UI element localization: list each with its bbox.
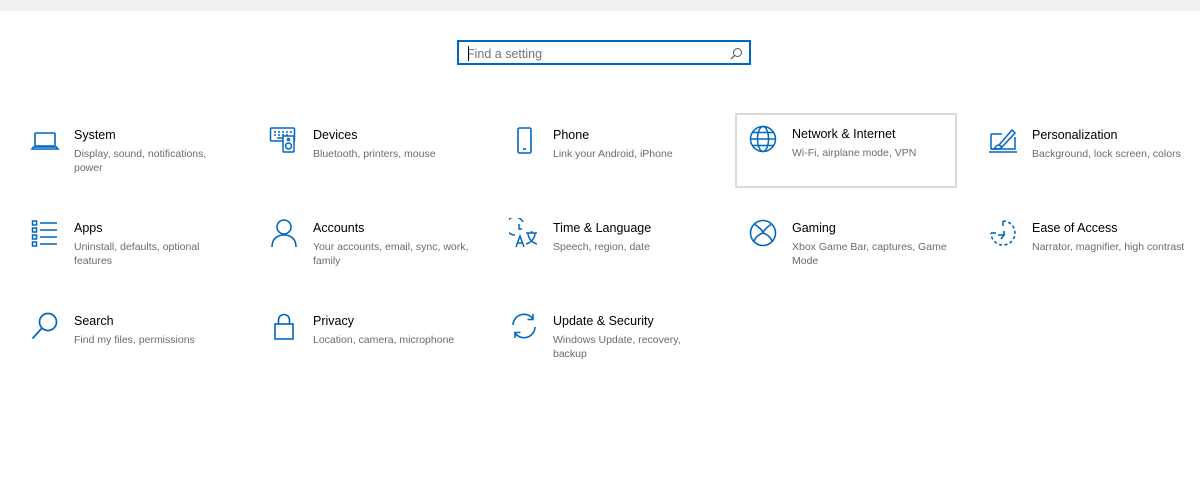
tile-title: Network & Internet xyxy=(792,127,896,141)
tile-time-language[interactable]: Time & Language Speech, region, date xyxy=(496,207,718,282)
tile-title: Devices xyxy=(313,128,358,142)
tile-personalization[interactable]: Personalization Background, lock screen,… xyxy=(975,114,1197,189)
tile-ease-of-access[interactable]: Ease of Access Narrator, magnifier, high… xyxy=(975,207,1197,282)
tile-description: Windows Update, recovery, backup xyxy=(553,334,681,360)
tile-update-security[interactable]: Update & Security Windows Update, recove… xyxy=(496,300,718,375)
tile-devices[interactable]: Devices Bluetooth, printers, mouse xyxy=(256,114,478,189)
tile-phone[interactable]: Phone Link your Android, iPhone xyxy=(496,114,718,189)
tile-description: Uninstall, defaults, optional features xyxy=(74,241,200,267)
search-box[interactable] xyxy=(457,40,751,65)
tile-system[interactable]: System Display, sound, notifications, po… xyxy=(17,114,239,189)
tile-title: Ease of Access xyxy=(1032,221,1118,235)
tile-title: Gaming xyxy=(792,221,836,235)
tile-search[interactable]: Search Find my files, permissions xyxy=(17,300,239,375)
phone-icon xyxy=(509,125,539,155)
tile-title: Apps xyxy=(74,221,103,235)
tile-description: Speech, region, date xyxy=(553,241,650,253)
tile-network-internet[interactable]: Network & Internet Wi-Fi, airplane mode,… xyxy=(735,113,957,188)
text-caret xyxy=(468,46,469,61)
apps-list-icon xyxy=(30,218,60,248)
person-icon xyxy=(269,218,299,248)
tile-privacy[interactable]: Privacy Location, camera, microphone xyxy=(256,300,478,375)
tile-title: System xyxy=(74,128,116,142)
title-bar xyxy=(0,0,1200,11)
laptop-icon xyxy=(30,125,60,155)
globe-icon xyxy=(748,124,778,154)
tile-title: Search xyxy=(74,314,114,328)
tile-description: Display, sound, notifications, power xyxy=(74,148,207,174)
paint-brush-icon xyxy=(988,125,1018,155)
xbox-icon xyxy=(748,218,778,248)
tile-apps[interactable]: Apps Uninstall, defaults, optional featu… xyxy=(17,207,239,282)
tile-description: Link your Android, iPhone xyxy=(553,148,673,160)
tile-title: Personalization xyxy=(1032,128,1118,142)
tile-description: Narrator, magnifier, high contrast xyxy=(1032,241,1185,253)
ease-of-access-icon xyxy=(988,218,1018,248)
tile-title: Accounts xyxy=(313,221,365,235)
tile-description: Location, camera, microphone xyxy=(313,334,455,346)
search-input[interactable] xyxy=(467,44,727,63)
tile-description: Your accounts, email, sync, work, family xyxy=(313,241,469,267)
search-icon xyxy=(30,311,60,341)
lock-icon xyxy=(269,311,299,341)
tile-description: Xbox Game Bar, captures, Game Mode xyxy=(792,241,947,267)
sync-arrows-icon xyxy=(509,311,539,341)
tile-title: Privacy xyxy=(313,314,354,328)
keyboard-speaker-icon xyxy=(269,125,299,155)
tile-accounts[interactable]: Accounts Your accounts, email, sync, wor… xyxy=(256,207,478,282)
time-language-icon xyxy=(509,218,539,248)
search-icon[interactable] xyxy=(730,47,743,60)
tile-description: Wi-Fi, airplane mode, VPN xyxy=(792,147,917,159)
tile-description: Background, lock screen, colors xyxy=(1032,148,1181,160)
tile-title: Phone xyxy=(553,128,590,142)
tile-title: Update & Security xyxy=(553,314,654,328)
tile-title: Time & Language xyxy=(553,221,652,235)
tile-gaming[interactable]: Gaming Xbox Game Bar, captures, Game Mod… xyxy=(735,207,957,282)
tile-description: Find my files, permissions xyxy=(74,334,195,346)
tile-description: Bluetooth, printers, mouse xyxy=(313,148,436,160)
